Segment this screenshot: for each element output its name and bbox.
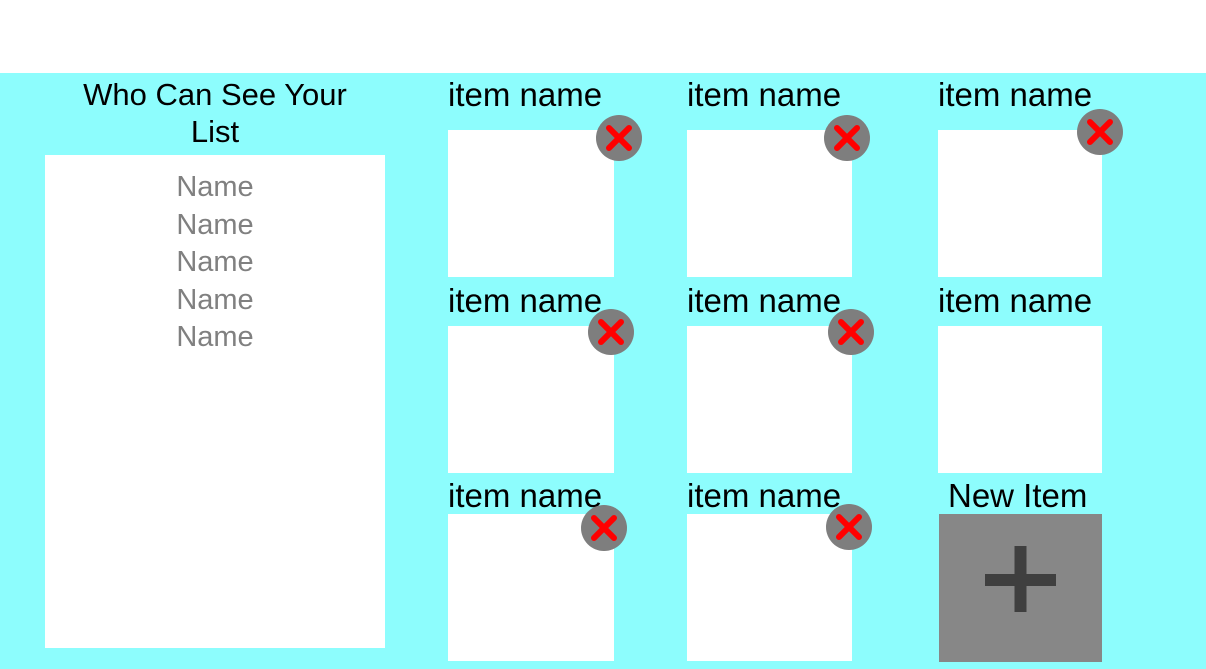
item-image[interactable] [448,130,614,277]
viewer-name[interactable]: Name [45,319,385,355]
viewer-name[interactable]: Name [45,207,385,243]
item-name-label: item name [687,76,842,113]
delete-item-button[interactable] [1077,109,1123,155]
new-item-button[interactable] [939,514,1102,662]
visibility-list: Name Name Name Name Name [45,155,385,648]
viewer-name[interactable]: Name [45,169,385,205]
delete-item-button[interactable] [596,115,642,161]
item-name-label: item name [448,282,603,319]
delete-item-button[interactable] [581,505,627,551]
item-name-label: item name [448,76,603,113]
close-icon [838,319,864,345]
item-image[interactable] [938,326,1102,473]
item-name-label: item name [938,76,1093,113]
new-item-label: New Item [948,477,1088,514]
item-name-label: item name [687,282,842,319]
delete-item-button[interactable] [826,504,872,550]
close-icon [836,514,862,540]
close-icon [834,125,860,151]
close-icon [1087,119,1113,145]
delete-item-button[interactable] [828,309,874,355]
close-icon [598,319,624,345]
close-icon [591,515,617,541]
item-name-label: item name [938,282,1093,319]
close-icon [606,125,632,151]
delete-item-button[interactable] [824,115,870,161]
viewer-name[interactable]: Name [45,282,385,318]
visibility-title: Who Can See Your List [83,77,347,149]
plus-icon [985,546,1056,612]
item-name-label: item name [687,477,842,514]
viewer-name[interactable]: Name [45,244,385,280]
item-name-label: item name [448,477,603,514]
delete-item-button[interactable] [588,309,634,355]
